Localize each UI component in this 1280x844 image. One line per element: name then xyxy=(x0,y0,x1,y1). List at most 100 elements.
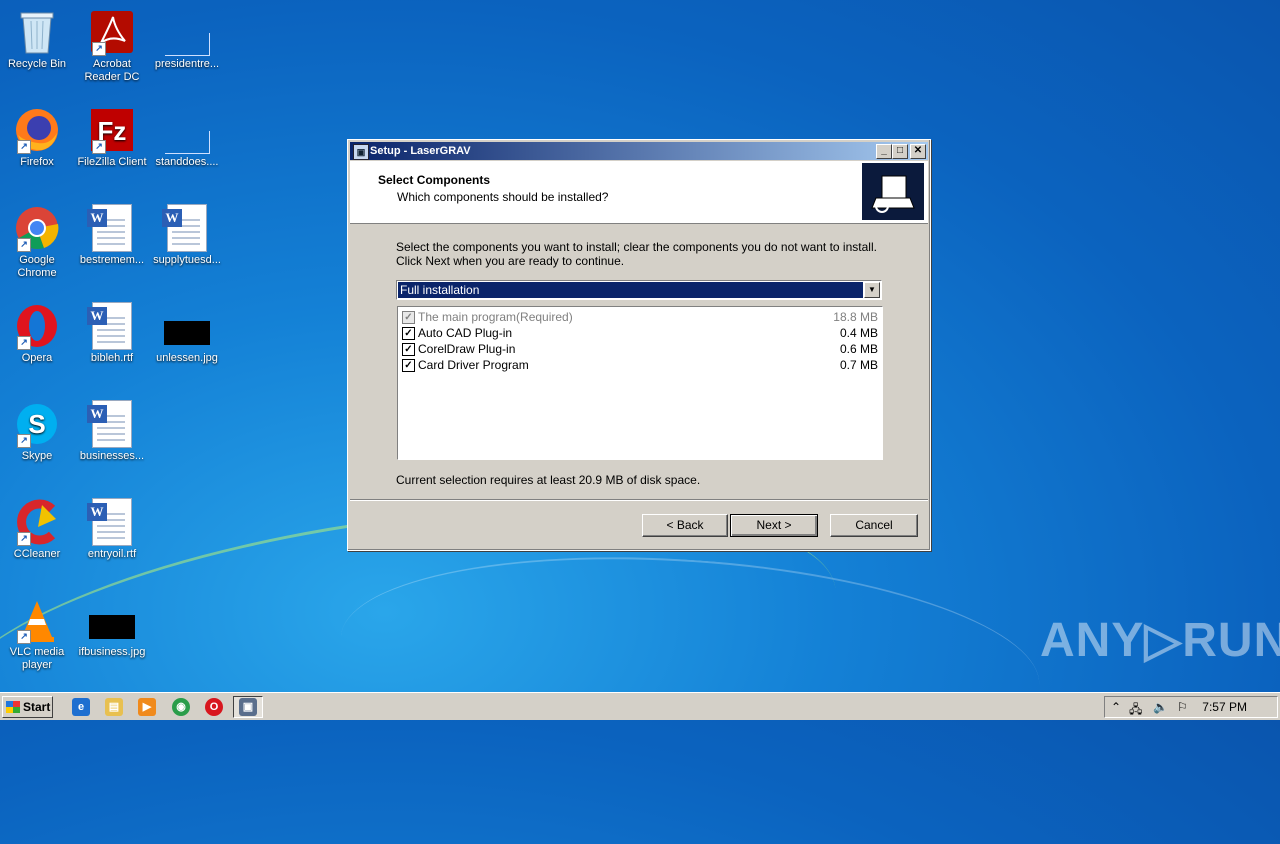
desktop-icon-word-doc[interactable]: W supplytuesd... xyxy=(150,204,224,267)
next-button[interactable]: Next > xyxy=(730,514,818,537)
blank-file-icon xyxy=(163,106,211,154)
chrome-icon: ↗ xyxy=(13,204,61,252)
icon-label: VLC media player xyxy=(9,646,65,671)
component-size: 0.6 MB xyxy=(839,342,878,356)
icon-label: Google Chrome xyxy=(17,254,57,279)
shortcut-arrow-icon: ↗ xyxy=(17,140,31,154)
desktop-icon-file[interactable]: presidentre... xyxy=(150,8,224,71)
desktop-icon-opera[interactable]: ↗ Opera xyxy=(0,302,74,365)
component-row-autocad[interactable]: ✓ Auto CAD Plug-in 0.4 MB xyxy=(400,325,880,341)
system-tray: ⌃ 🖧 🔈 ⚐ 7:57 PM xyxy=(1104,696,1278,718)
icon-label: bestremem... xyxy=(79,254,145,266)
setup-dialog: ▣ Setup - LaserGRAV _ □ ✕ Select Compone… xyxy=(347,139,931,551)
volume-icon[interactable]: 🔈 xyxy=(1153,700,1168,714)
internet-explorer-icon[interactable]: e xyxy=(72,698,90,716)
maximize-button[interactable]: □ xyxy=(892,144,908,159)
taskbar-setup-window[interactable]: ▣ xyxy=(233,696,263,718)
desktop-icon-recycle-bin[interactable]: Recycle Bin xyxy=(0,8,74,71)
desktop-icon-word-doc[interactable]: W entryoil.rtf xyxy=(75,498,149,561)
component-row-card-driver[interactable]: ✓ Card Driver Program 0.7 MB xyxy=(400,357,880,373)
desktop-icon-word-doc[interactable]: W businesses... xyxy=(75,400,149,463)
word-document-icon: W xyxy=(87,400,136,448)
desktop-icon-skype[interactable]: S ↗ Skype xyxy=(0,400,74,463)
icon-label: Recycle Bin xyxy=(7,58,67,70)
component-row-coreldraw[interactable]: ✓ CorelDraw Plug-in 0.6 MB xyxy=(400,341,880,357)
component-size: 18.8 MB xyxy=(833,310,878,324)
page-subtitle: Which components should be installed? xyxy=(397,190,609,204)
desktop-icon-ccleaner[interactable]: ↗ CCleaner xyxy=(0,498,74,561)
components-list[interactable]: ✓ The main program(Required) 18.8 MB ✓ A… xyxy=(397,306,883,460)
icon-label: Acrobat Reader DC xyxy=(84,58,140,83)
component-name: The main program(Required) xyxy=(418,310,573,324)
component-size: 0.7 MB xyxy=(839,358,878,372)
component-name: Card Driver Program xyxy=(418,358,529,372)
checkbox-icon[interactable]: ✓ xyxy=(402,343,415,356)
chrome-taskbar-icon[interactable]: ◉ xyxy=(172,698,190,716)
dialog-title: Setup - LaserGRAV xyxy=(370,145,471,157)
setup-app-icon: ▣ xyxy=(239,698,257,716)
desktop-icon-image-file[interactable]: unlessen.jpg xyxy=(150,302,224,365)
media-player-icon[interactable]: ▶ xyxy=(138,698,156,716)
icon-label: supplytuesd... xyxy=(153,254,221,266)
image-thumbnail-icon xyxy=(163,302,211,350)
icon-label: presidentre... xyxy=(154,58,220,70)
component-size: 0.4 MB xyxy=(839,326,878,340)
shortcut-arrow-icon: ↗ xyxy=(92,140,106,154)
installer-logo-icon xyxy=(862,163,924,220)
anyrun-watermark: ANY▷RUN xyxy=(1040,614,1280,667)
dropdown-arrow-icon[interactable]: ▼ xyxy=(864,282,880,298)
desktop-icon-filezilla[interactable]: Fz ↗ FileZilla Client xyxy=(75,106,149,169)
desktop-icon-vlc[interactable]: ↗ VLC media player xyxy=(0,596,74,672)
icon-label: ifbusiness.jpg xyxy=(78,646,146,658)
component-name: CorelDraw Plug-in xyxy=(418,342,516,356)
acrobat-icon: ↗ xyxy=(88,8,136,56)
filezilla-icon: Fz ↗ xyxy=(88,106,136,154)
blank-file-icon xyxy=(163,8,211,56)
clock[interactable]: 7:57 PM xyxy=(1202,700,1247,714)
instructions-text: Select the components you want to instal… xyxy=(396,240,877,268)
desktop-icon-google-chrome[interactable]: ↗ Google Chrome xyxy=(0,204,74,280)
desktop-icon-file[interactable]: standdoes.... xyxy=(150,106,224,169)
word-document-icon: W xyxy=(87,498,136,546)
icon-label: standdoes.... xyxy=(155,156,219,168)
start-button[interactable]: Start xyxy=(2,696,53,718)
checkbox-icon[interactable]: ✓ xyxy=(402,359,415,372)
file-explorer-icon[interactable]: ▤ xyxy=(105,698,123,716)
minimize-button[interactable]: _ xyxy=(876,144,892,159)
desktop-icon-image-file[interactable]: ifbusiness.jpg xyxy=(75,596,149,659)
icon-label: bibleh.rtf xyxy=(90,352,134,364)
image-thumbnail-icon xyxy=(88,596,136,644)
desktop-icon-word-doc[interactable]: W bibleh.rtf xyxy=(75,302,149,365)
taskbar: Start e ▤ ▶ ◉ O ▣ ⌃ 🖧 🔈 ⚐ 7:57 PM xyxy=(0,692,1280,720)
desktop-icon-firefox[interactable]: ↗ Firefox xyxy=(0,106,74,169)
checkbox-icon[interactable]: ✓ xyxy=(402,327,415,340)
icon-label: Firefox xyxy=(20,156,54,168)
button-separator xyxy=(350,499,928,501)
desktop-icon-acrobat[interactable]: ↗ Acrobat Reader DC xyxy=(75,8,149,84)
component-row-main-program: ✓ The main program(Required) 18.8 MB xyxy=(400,309,880,325)
component-name: Auto CAD Plug-in xyxy=(418,326,513,340)
dialog-titlebar[interactable]: ▣ Setup - LaserGRAV _ □ ✕ xyxy=(350,142,928,160)
desktop-icon-word-doc[interactable]: W bestremem... xyxy=(75,204,149,267)
show-hidden-icons-icon[interactable]: ⌃ xyxy=(1111,700,1121,714)
icon-label: FileZilla Client xyxy=(77,156,147,168)
disk-space-info: Current selection requires at least 20.9… xyxy=(396,473,701,487)
close-button[interactable]: ✕ xyxy=(910,144,926,159)
action-center-flag-icon[interactable]: ⚐ xyxy=(1177,700,1188,714)
cancel-button[interactable]: Cancel xyxy=(830,514,918,537)
icon-label: businesses... xyxy=(79,450,145,462)
back-button[interactable]: < Back xyxy=(642,514,728,537)
windows-logo-icon xyxy=(6,701,20,713)
icon-label: entryoil.rtf xyxy=(87,548,137,560)
install-type-selected: Full installation xyxy=(398,282,863,298)
word-document-icon: W xyxy=(162,204,211,252)
opera-taskbar-icon[interactable]: O xyxy=(205,698,223,716)
icon-label: unlessen.jpg xyxy=(156,352,218,364)
ccleaner-icon: ↗ xyxy=(13,498,61,546)
wizard-header: Select Components Which components shoul… xyxy=(350,161,928,224)
word-document-icon: W xyxy=(87,204,136,252)
network-icon[interactable]: 🖧 xyxy=(1129,700,1142,721)
word-document-icon: W xyxy=(87,302,136,350)
shortcut-arrow-icon: ↗ xyxy=(92,42,106,56)
install-type-dropdown[interactable]: Full installation ▼ xyxy=(396,280,882,300)
